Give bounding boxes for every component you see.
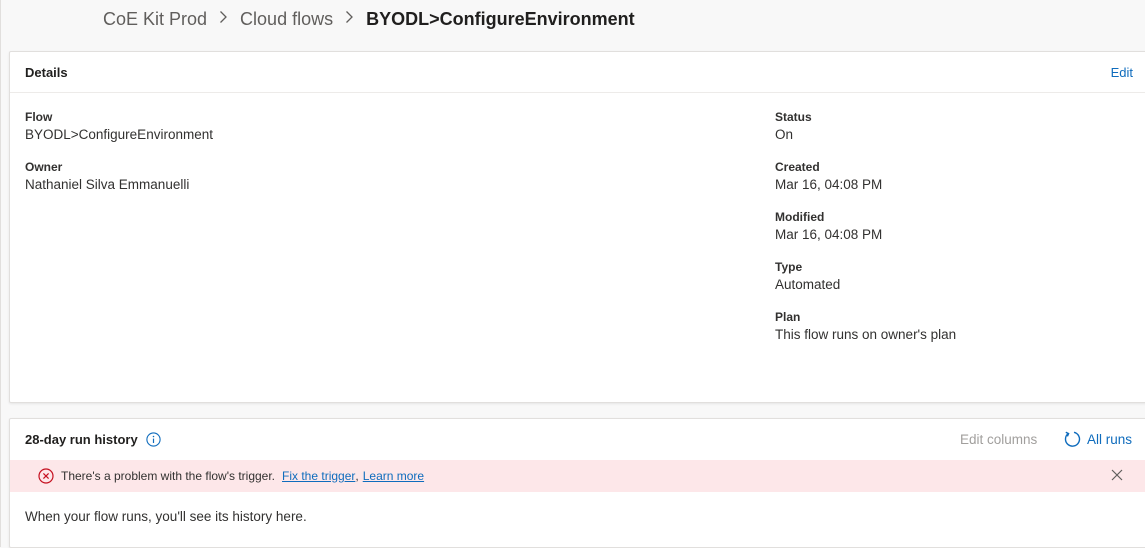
field-created: Created Mar 16, 04:08 PM [775, 160, 882, 194]
breadcrumb-current-flow: BYODL>ConfigureEnvironment [366, 8, 635, 29]
field-owner-label: Owner [25, 160, 63, 174]
edit-columns-button[interactable]: Edit columns [960, 432, 1037, 447]
field-status-value: On [775, 127, 794, 142]
field-owner: Owner Nathaniel Silva Emmanuelli [25, 160, 189, 194]
field-flow-value: BYODL>ConfigureEnvironment [25, 127, 213, 142]
details-title: Details [25, 65, 68, 80]
field-created-label: Created [775, 160, 820, 174]
run-history-empty-message: When your flow runs, you'll see its hist… [25, 509, 307, 524]
field-flow: Flow BYODL>ConfigureEnvironment [25, 110, 213, 144]
field-plan-value: This flow runs on owner's plan [775, 327, 957, 342]
refresh-icon [1064, 431, 1081, 447]
info-icon[interactable] [146, 432, 161, 447]
fix-trigger-link[interactable]: Fix the trigger [282, 469, 355, 483]
details-card: Details Edit Flow BYODL>ConfigureEnviron… [9, 51, 1145, 403]
error-message: There's a problem with the flow's trigge… [61, 469, 276, 483]
breadcrumb: CoE Kit Prod Cloud flows BYODL>Configure… [103, 6, 635, 32]
all-runs-label: All runs [1087, 431, 1133, 447]
field-plan: Plan This flow runs on owner's plan [775, 310, 956, 344]
field-owner-value: Nathaniel Silva Emmanuelli [25, 177, 190, 192]
page-left-border [0, 0, 1, 547]
run-history-header: 28-day run history Edit columns All runs [10, 419, 1145, 460]
field-flow-label: Flow [25, 110, 53, 124]
field-modified-value: Mar 16, 04:08 PM [775, 227, 883, 242]
breadcrumb-item-cloud-flows[interactable]: Cloud flows [240, 9, 333, 30]
details-card-header: Details Edit [10, 52, 1145, 93]
field-modified-label: Modified [775, 210, 825, 224]
field-status: Status On [775, 110, 812, 144]
run-history-title: 28-day run history [25, 432, 138, 447]
edit-details-button[interactable]: Edit [1111, 65, 1133, 80]
chevron-right-icon [219, 10, 228, 28]
run-history-title-group: 28-day run history [25, 432, 161, 447]
all-runs-button[interactable]: All runs [1063, 430, 1132, 448]
field-type-label: Type [775, 260, 803, 274]
close-icon[interactable] [1110, 468, 1124, 482]
field-type-value: Automated [775, 277, 841, 292]
run-history-card: 28-day run history Edit columns All runs [9, 418, 1145, 548]
field-type: Type Automated [775, 260, 840, 294]
trigger-error-banner: There's a problem with the flow's trigge… [10, 460, 1145, 492]
error-circle-icon [38, 468, 54, 484]
field-created-value: Mar 16, 04:08 PM [775, 177, 883, 192]
field-status-label: Status [775, 110, 812, 124]
chevron-right-icon [345, 10, 354, 28]
field-plan-label: Plan [775, 310, 801, 324]
breadcrumb-item-environment[interactable]: CoE Kit Prod [103, 9, 207, 30]
learn-more-link[interactable]: Learn more [363, 469, 424, 483]
field-modified: Modified Mar 16, 04:08 PM [775, 210, 882, 244]
error-separator: , [355, 469, 359, 483]
